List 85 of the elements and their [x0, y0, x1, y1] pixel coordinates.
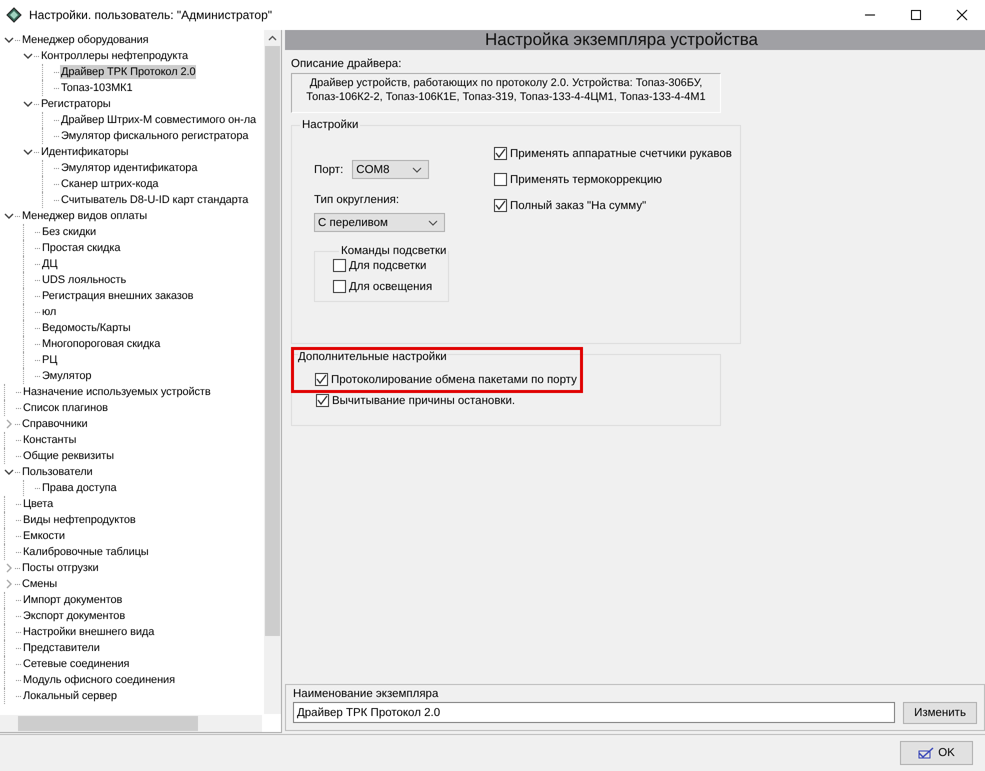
- description-label: Описание драйвера:: [291, 58, 402, 70]
- change-button[interactable]: Изменить: [903, 702, 977, 724]
- checkbox-label: Применять термокоррекцию: [510, 174, 662, 186]
- rounding-label: Тип округления:: [314, 194, 400, 206]
- tree-item[interactable]: Ведомость/Карты: [41, 321, 132, 335]
- checkbox-label: Полный заказ "На сумму": [510, 200, 646, 212]
- tree-item[interactable]: Драйвер ТРК Протокол 2.0: [60, 65, 196, 79]
- tree-item[interactable]: Настройки внешнего вида: [22, 625, 156, 639]
- port-label: Порт:: [314, 164, 344, 176]
- tree-item[interactable]: Многопороговая скидка: [41, 337, 162, 351]
- tree-item[interactable]: Контроллеры нефтепродукта: [40, 49, 190, 63]
- tree-item[interactable]: Топаз-103МК1: [60, 81, 134, 95]
- tree-item[interactable]: Назначение используемых устройств: [22, 385, 212, 399]
- checkbox[interactable]: [494, 147, 507, 160]
- tree-item[interactable]: Эмулятор фискального регистратора: [60, 129, 250, 143]
- tree-item[interactable]: Модуль офисного соединения: [22, 673, 176, 687]
- tree-item[interactable]: Виды нефтепродуктов: [22, 513, 137, 527]
- tree-item[interactable]: Простая скидка: [41, 241, 122, 255]
- tree-item[interactable]: Эмулятор идентификатора: [60, 161, 198, 175]
- tree-item[interactable]: Пользователи: [21, 465, 94, 479]
- tree-item[interactable]: Без скидки: [41, 225, 98, 239]
- collapse-icon[interactable]: [23, 99, 33, 109]
- tree-item[interactable]: Импорт документов: [22, 593, 124, 607]
- tree-item[interactable]: Идентификаторы: [40, 145, 130, 159]
- tree-item[interactable]: Экспорт документов: [22, 609, 126, 623]
- chevron-down-icon: [428, 220, 438, 226]
- tree-item[interactable]: Сканер штрих-кода: [60, 177, 160, 191]
- tree-item[interactable]: Эмулятор: [41, 369, 92, 383]
- window-title: Настройки. пользователь: "Администратор": [29, 8, 272, 22]
- maximize-icon[interactable]: [910, 9, 922, 21]
- collapse-icon[interactable]: [23, 51, 33, 61]
- tree-item[interactable]: Сетевые соединения: [22, 657, 130, 671]
- tree-item[interactable]: Справочники: [21, 417, 89, 431]
- rounding-dropdown[interactable]: С переливом: [314, 213, 445, 232]
- tree-item[interactable]: Менеджер оборудования: [21, 33, 150, 47]
- vertical-scrollbar[interactable]: [264, 30, 281, 714]
- chevron-down-icon: [412, 166, 422, 172]
- group-title: Настройки: [301, 119, 360, 131]
- checkbox-label: Протоколирование обмена пакетами по порту: [331, 374, 577, 386]
- tree-item[interactable]: ДЦ: [41, 257, 58, 271]
- group-title: Команды подсветки: [340, 245, 448, 257]
- collapse-icon[interactable]: [4, 211, 14, 221]
- tree-item[interactable]: Локальный сервер: [22, 689, 118, 703]
- description-text: Драйвер устройств, работающих по протоколу 2.0. Устройства: Топаз-306БУ, Топаз-106К2-2, Топаз-106К1Е, Топаз-319, Топаз-133-4-4ЦМ1, Топаз-133-4-4М1: [291, 73, 721, 113]
- tree-item[interactable]: Емкости: [22, 529, 66, 543]
- checkmark-icon: [918, 747, 934, 759]
- checkbox-label: Для освещения: [349, 280, 432, 292]
- tree-item[interactable]: Посты отгрузки: [21, 561, 100, 575]
- tree-item[interactable]: Драйвер Штрих-М совместимого он-ла: [60, 113, 258, 127]
- checkbox[interactable]: [315, 373, 328, 386]
- tree-item[interactable]: Считыватель D8-U-ID карт стандарта: [60, 193, 250, 207]
- tree-item[interactable]: Цвета: [22, 497, 54, 511]
- tree-item[interactable]: Общие реквизиты: [22, 449, 115, 463]
- checkbox[interactable]: [316, 394, 329, 407]
- collapse-icon[interactable]: [4, 35, 14, 45]
- tree-item[interactable]: Список плагинов: [22, 401, 109, 415]
- ok-button[interactable]: OK: [900, 741, 973, 765]
- panel-header: Настройка экземпляра устройства: [285, 30, 985, 50]
- tree-item[interactable]: Представители: [22, 641, 101, 655]
- group-title: Дополнительные настройки: [298, 351, 447, 363]
- tree-item[interactable]: Константы: [22, 433, 78, 447]
- checkbox[interactable]: [333, 259, 346, 272]
- tree-item[interactable]: UDS лояльность: [41, 273, 128, 287]
- close-icon[interactable]: [956, 9, 968, 21]
- checkbox-label: Вычитывание причины остановки.: [332, 394, 516, 406]
- checkbox[interactable]: [494, 199, 507, 212]
- tree-item[interactable]: Калибровочные таблицы: [22, 545, 150, 559]
- tree-item[interactable]: Регистрация внешних заказов: [41, 289, 194, 303]
- checkbox[interactable]: [494, 173, 507, 186]
- name-field[interactable]: Драйвер ТРК Протокол 2.0: [293, 702, 895, 723]
- tree-item[interactable]: Права доступа: [41, 481, 118, 495]
- tree-item[interactable]: юл: [41, 305, 58, 319]
- tree-item[interactable]: РЦ: [41, 353, 58, 367]
- collapse-icon[interactable]: [23, 147, 33, 157]
- checkbox-label: Применять аппаратные счетчики рукавов: [510, 148, 732, 160]
- port-dropdown[interactable]: COM8: [352, 160, 430, 179]
- horizontal-scrollbar[interactable]: [0, 715, 262, 732]
- name-label: Наименование экземпляра: [293, 688, 440, 700]
- collapse-icon[interactable]: [4, 467, 14, 477]
- tree-item[interactable]: Регистраторы: [40, 97, 112, 111]
- tree-item[interactable]: Смены: [21, 577, 58, 591]
- tree-item[interactable]: Менеджер видов оплаты: [21, 209, 148, 223]
- checkbox[interactable]: [333, 280, 346, 293]
- app-icon: [6, 7, 22, 23]
- checkbox-label: Для подсветки: [349, 260, 426, 272]
